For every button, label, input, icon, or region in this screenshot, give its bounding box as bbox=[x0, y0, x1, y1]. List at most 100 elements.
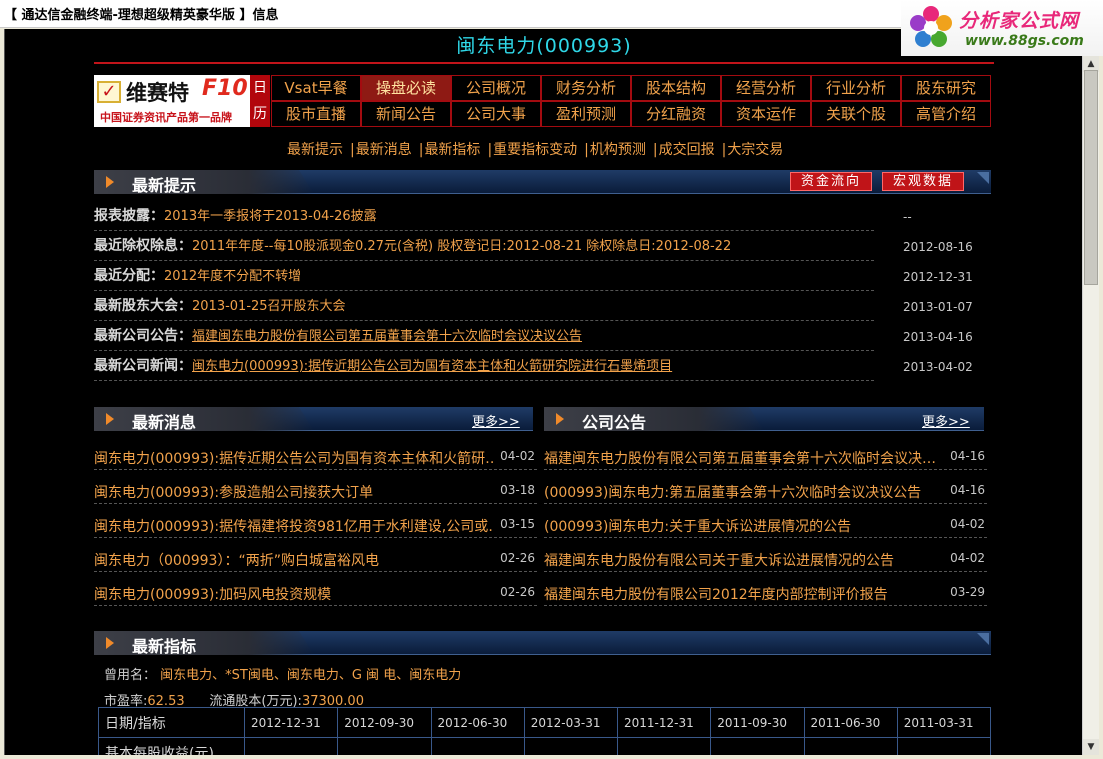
arrow-right-icon bbox=[106, 176, 114, 188]
announcements-more-link[interactable]: 更多>> bbox=[922, 411, 970, 430]
section-title: 最新提示 bbox=[132, 176, 197, 195]
table-header-cell: 日期/指标 bbox=[98, 707, 245, 738]
logo-f10: F10 bbox=[202, 76, 248, 101]
nav-company-overview[interactable]: 公司概况 bbox=[451, 75, 541, 101]
vertical-scrollbar[interactable]: ▲ ▼ bbox=[1082, 56, 1099, 755]
macro-data-button[interactable]: 宏观数据 bbox=[882, 172, 964, 191]
flower-icon bbox=[910, 6, 952, 47]
nav-trading-must-read[interactable]: 操盘必读 bbox=[361, 75, 451, 101]
table-header-row: 日期/指标 2012-12-31 2012-09-30 2012-06-30 2… bbox=[98, 707, 992, 738]
arrow-right-icon bbox=[556, 413, 564, 425]
nav-earnings-forecast[interactable]: 盈利预测 bbox=[541, 101, 631, 127]
latest-indicators-header: 最新指标 bbox=[94, 631, 991, 656]
section-links: 最新提示 |最新消息 |最新指标 |重要指标变动 |机构预测 |成交回报 |大宗交易 bbox=[287, 139, 783, 159]
logo-name: 维赛特 bbox=[126, 81, 189, 105]
announcement-item[interactable]: 福建闽东电力股份有限公司关于重大诉讼进展情况的公告 04-02 bbox=[544, 546, 987, 572]
link-latest-indicators[interactable]: 最新指标 bbox=[424, 142, 480, 158]
table-row: 基本每股收益(元) bbox=[98, 737, 992, 755]
nav-executives[interactable]: 高管介绍 bbox=[901, 101, 991, 127]
tip-row-company-announcement: 最新公司公告：福建闽东电力股份有限公司第五届董事会第十六次临时会议决议公告 bbox=[94, 325, 874, 351]
f10-content: 闽东电力(000993) ✓ 维赛特 F10 中国证券资讯产品第一品牌 日 历 … bbox=[4, 29, 1082, 755]
link-block-trade[interactable]: 大宗交易 bbox=[727, 142, 783, 158]
arrow-right-icon bbox=[106, 637, 114, 649]
nav-share-structure[interactable]: 股本结构 bbox=[631, 75, 721, 101]
news-item[interactable]: 闽东电力(000993):据传福建将投资981亿用于水利建设,公司或… 03-15 bbox=[94, 512, 537, 538]
tip-row-company-news: 最新公司新闻：闽东电力(000993):据传近期公告公司为国有资本主体和火箭研究… bbox=[94, 355, 874, 381]
separator: | bbox=[721, 142, 727, 158]
table-header-cell: 2011-06-30 bbox=[803, 707, 898, 738]
nav-shareholder-research[interactable]: 股东研究 bbox=[901, 75, 991, 101]
tip-date: 2013-04-02 bbox=[903, 360, 973, 374]
calendar-button[interactable]: 日 历 bbox=[250, 75, 270, 127]
calendar-label-bottom: 历 bbox=[253, 106, 267, 122]
brand-name: 分析家公式网 bbox=[959, 10, 1080, 32]
link-latest-news[interactable]: 最新消息 bbox=[356, 142, 412, 158]
tip-date: 2012-12-31 bbox=[903, 270, 973, 284]
tip-date: 2013-01-07 bbox=[903, 300, 973, 314]
separator: | bbox=[350, 142, 355, 158]
former-names: 曾用名： 闽东电力、*ST闽电、闽东电力、G 闽 电、闽东电力 bbox=[104, 668, 462, 683]
title-divider bbox=[94, 62, 994, 64]
nav-news-announcements[interactable]: 新闻公告 bbox=[361, 101, 451, 127]
table-header-cell: 2011-03-31 bbox=[896, 707, 992, 738]
window-title: 【 通达信金融终端-理想超级精英豪华版 】信息 bbox=[4, 8, 279, 23]
tip-date: 2013-04-16 bbox=[903, 330, 973, 344]
latest-news-header: 最新消息 更多>> bbox=[94, 407, 533, 432]
tip-row-distribution: 最近分配：2012年度不分配不转增 bbox=[94, 265, 874, 291]
f10-logo: ✓ 维赛特 F10 中国证券资讯产品第一品牌 bbox=[94, 75, 250, 127]
tip-row-report-disclosure: 报表披露：2013年一季报将于2013-04-26披露 bbox=[94, 205, 874, 231]
link-trade-report[interactable]: 成交回报 bbox=[659, 142, 715, 158]
nav-vsat-breakfast[interactable]: Vsat早餐 bbox=[271, 75, 361, 101]
announcement-item[interactable]: (000993)闽东电力:第五届董事会第十六次临时会议决议公告 04-16 bbox=[544, 478, 987, 504]
news-item[interactable]: 闽东电力（000993）：“两折”购白城富裕风电 02-26 bbox=[94, 546, 537, 572]
announcement-item[interactable]: (000993)闽东电力:关于重大诉讼进展情况的公告 04-02 bbox=[544, 512, 987, 538]
nav-capital-operation[interactable]: 资本运作 bbox=[721, 101, 811, 127]
nav-company-events[interactable]: 公司大事 bbox=[451, 101, 541, 127]
section-title: 最新消息 bbox=[132, 413, 197, 432]
brand-logo: 分析家公式网 www.88gs.com bbox=[901, 0, 1103, 56]
announcement-item[interactable]: 福建闽东电力股份有限公司2012年度内部控制评价报告 03-29 bbox=[544, 580, 987, 606]
table-header-cell: 2012-03-31 bbox=[523, 707, 619, 738]
brand-url: www.88gs.com bbox=[965, 33, 1084, 49]
nav-operation-analysis[interactable]: 经营分析 bbox=[721, 75, 811, 101]
link-latest-tips[interactable]: 最新提示 bbox=[287, 142, 343, 158]
news-item[interactable]: 闽东电力(000993):参股造船公司接获大订单 03-18 bbox=[94, 478, 537, 504]
nav-industry-analysis[interactable]: 行业分析 bbox=[811, 75, 901, 101]
link-key-indicator-changes[interactable]: 重要指标变动 bbox=[493, 142, 577, 158]
tip-row-shareholder-meeting: 最新股东大会：2013-01-25召开股东大会 bbox=[94, 295, 874, 321]
separator: | bbox=[487, 142, 493, 158]
nav-financial-analysis[interactable]: 财务分析 bbox=[541, 75, 631, 101]
tip-date: 2012-08-16 bbox=[903, 240, 973, 254]
nav-dividend-financing[interactable]: 分红融资 bbox=[631, 101, 721, 127]
calendar-label-top: 日 bbox=[253, 80, 267, 96]
tip-date: -- bbox=[903, 210, 912, 224]
table-row-label: 基本每股收益(元) bbox=[98, 737, 245, 755]
scroll-down-icon[interactable]: ▼ bbox=[1083, 739, 1099, 755]
nav-market-live[interactable]: 股市直播 bbox=[271, 101, 361, 127]
news-link[interactable]: 闽东电力(000993):据传近期公告公司为国有资本主体和火箭研究院进行石墨烯项… bbox=[192, 359, 672, 374]
fund-flow-button[interactable]: 资金流向 bbox=[790, 172, 872, 191]
section-title: 公司公告 bbox=[582, 413, 647, 432]
logo-slogan: 中国证券资讯产品第一品牌 bbox=[100, 111, 232, 124]
table-header-cell: 2012-12-31 bbox=[243, 707, 339, 738]
f10-nav: Vsat早餐 操盘必读 公司概况 财务分析 股本结构 经营分析 行业分析 股东研… bbox=[271, 75, 991, 127]
separator: | bbox=[652, 142, 658, 158]
separator: | bbox=[584, 142, 589, 158]
corner-icon bbox=[977, 633, 989, 645]
link-institution-forecast[interactable]: 机构预测 bbox=[590, 142, 646, 158]
scrollbar-thumb[interactable] bbox=[1084, 70, 1098, 285]
arrow-right-icon bbox=[106, 413, 114, 425]
table-header-cell: 2011-09-30 bbox=[710, 707, 805, 738]
news-item[interactable]: 闽东电力(000993):加码风电投资规模 02-26 bbox=[94, 580, 537, 606]
nav-related-stocks[interactable]: 关联个股 bbox=[811, 101, 901, 127]
table-header-cell: 2012-09-30 bbox=[337, 707, 432, 738]
announcement-link[interactable]: 福建闽东电力股份有限公司第五届董事会第十六次临时会议决议公告 bbox=[192, 329, 582, 344]
table-header-cell: 2012-06-30 bbox=[430, 707, 525, 738]
news-more-link[interactable]: 更多>> bbox=[472, 411, 520, 430]
table-header-cell: 2011-12-31 bbox=[616, 707, 712, 738]
news-item[interactable]: 闽东电力(000993):据传近期公告公司为国有资本主体和火箭研… 04-02 bbox=[94, 444, 537, 470]
latest-tips-header: 最新提示 资金流向 宏观数据 bbox=[94, 170, 991, 195]
announcement-item[interactable]: 福建闽东电力股份有限公司第五届董事会第十六次临时会议决… 04-16 bbox=[544, 444, 987, 470]
section-title: 最新指标 bbox=[132, 637, 197, 656]
corner-icon bbox=[977, 172, 989, 184]
